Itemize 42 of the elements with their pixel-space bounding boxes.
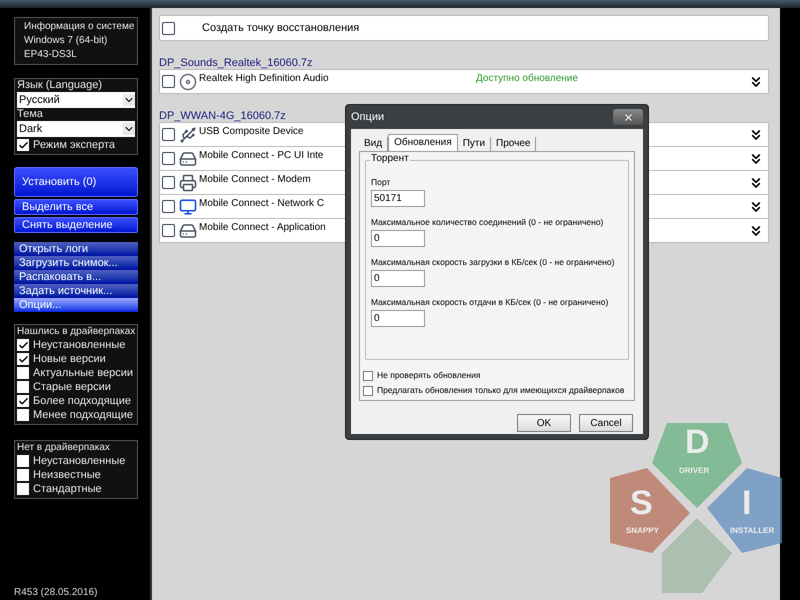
version-text: R453 (28.05.2016)	[14, 588, 98, 598]
group-title: Торрент	[370, 154, 410, 164]
driver-name: Mobile Connect - Modem	[199, 173, 311, 187]
system-info-text: EP43-DS3L	[24, 48, 78, 62]
checkbox-label: Не проверять обновления	[377, 370, 480, 381]
driver-name: Mobile Connect - Network C	[199, 197, 324, 211]
driver-pack-name: DP_WWAN-4G_16060.7z	[159, 110, 286, 123]
field-label: Максимальное количество соединений (0 - не ограничено)	[371, 217, 604, 228]
checkbox-label: Неизвестные	[33, 470, 101, 480]
checkbox-label: Актуальные версии	[33, 368, 133, 378]
dialog-title: Опции	[351, 110, 384, 125]
checkbox-label: Новые версии	[33, 354, 106, 364]
driver-status: Доступно обновление	[476, 72, 578, 86]
system-info-text: Информация о системе	[24, 20, 136, 34]
language-label: Язык (Language)	[17, 79, 104, 92]
field-label: Максимальная скорость загрузки в КБ/сек (0 - не ограничено)	[371, 257, 614, 268]
checkbox-label: Старые версии	[33, 382, 111, 392]
driver-name: Mobile Connect - PC UI Inte	[199, 149, 324, 163]
restore-point-label: Создать точку восстановления	[202, 20, 360, 36]
filter-title: Нашлись в драйверпаках	[17, 325, 135, 338]
checkbox-label: Более подходящие	[33, 396, 131, 406]
field-label: Порт	[371, 177, 390, 188]
checkbox-label: Предлагать обновления только для имеющихся драйверпаков	[377, 385, 624, 396]
driver-pack-name: DP_Sounds_Realtek_16060.7z	[159, 57, 313, 70]
checkbox-label: Стандартные	[33, 484, 102, 494]
logo-letter: I	[742, 486, 752, 520]
field-label: Максимальная скорость отдачи в КБ/сек (0 - не ограничено)	[371, 297, 608, 308]
driver-name: USB Composite Device	[199, 125, 304, 139]
checkbox-label: Неустановленные	[33, 456, 126, 466]
driver-name: Mobile Connect - Application	[199, 221, 326, 235]
logo-word: SNAPPY	[626, 525, 659, 537]
checkbox-label: Менее подходящие	[33, 410, 133, 420]
logo-letter: D	[685, 425, 710, 459]
driver-name: Realtek High Definition Audio	[199, 72, 329, 86]
theme-label: Тема	[17, 108, 44, 121]
logo-word: INSTALLER	[730, 525, 774, 537]
system-info-text: Windows 7 (64-bit)	[24, 34, 108, 48]
filter-title: Нет в драйверпаках	[17, 441, 111, 454]
logo-word: DRIVER	[679, 465, 710, 477]
checkbox-label: Режим эксперта	[33, 140, 116, 150]
logo-letter: S	[630, 486, 653, 520]
checkbox-label: Неустановленные	[33, 340, 126, 350]
